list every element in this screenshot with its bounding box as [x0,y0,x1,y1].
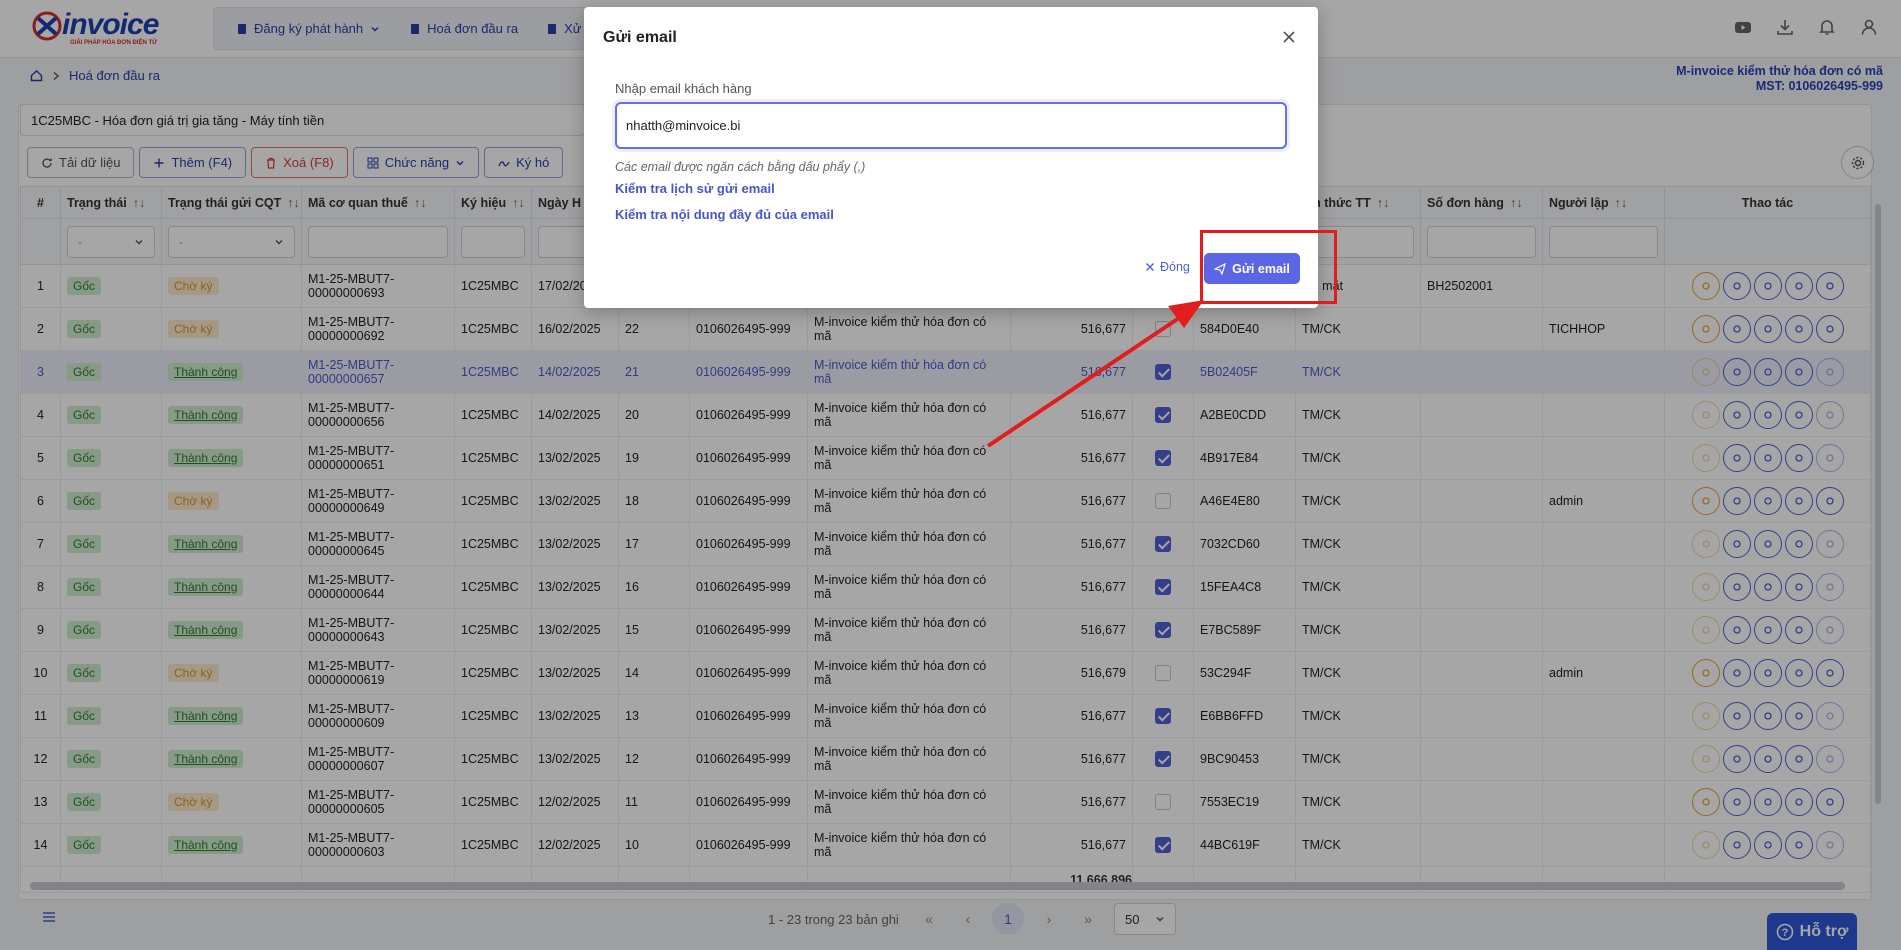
dialog-close-label: Đóng [1160,260,1190,274]
email-content-link[interactable]: Kiểm tra nội dung đầy đủ của email [615,207,834,222]
email-hint: Các email được ngăn cách bằng dấu phẩy (… [615,160,866,174]
close-icon[interactable] [1281,29,1297,45]
email-history-link[interactable]: Kiểm tra lịch sử gửi email [615,181,775,196]
dialog-title: Gửi email [603,29,677,46]
email-label: Nhập email khách hàng [615,81,752,96]
email-input[interactable] [615,102,1287,149]
x-icon [1146,263,1154,271]
highlight-box [1200,230,1337,304]
dialog-close-button[interactable]: Đóng [1145,260,1190,274]
